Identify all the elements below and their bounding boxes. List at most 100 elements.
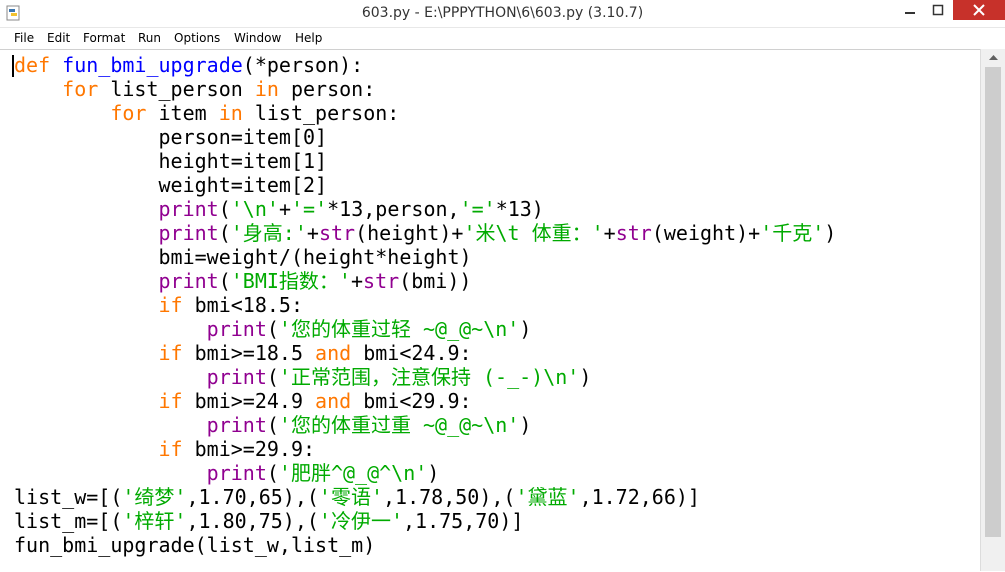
code-token: (: [218, 197, 231, 221]
menu-format[interactable]: Format: [83, 28, 125, 48]
code-line-1: def fun_bmi_upgrade(*person):: [14, 53, 363, 77]
code-token: list_person: [98, 77, 255, 101]
code-line-7: print('\n'+'='*13,person,'='*13): [14, 197, 544, 221]
builtin-str: str: [615, 221, 652, 245]
code-line-18: print('肥胖^@_@^\n'): [14, 461, 440, 485]
string-literal: '冷伊一': [318, 509, 404, 533]
keyword-in: in: [254, 77, 279, 101]
code-line-15: if bmi>=24.9 and bmi<29.9:: [14, 389, 472, 413]
code-token: *13): [495, 197, 544, 221]
code-line-12: print('您的体重过轻 ~@_@~\n'): [14, 317, 532, 341]
keyword-in: in: [218, 101, 243, 125]
code-token: ,1.78,50),(: [383, 485, 516, 509]
builtin-str: str: [318, 221, 356, 245]
minimize-button[interactable]: [896, 0, 924, 20]
code-line-10: print('BMI指数：'+str(bmi)): [14, 269, 472, 293]
code-token: *13,person,: [327, 197, 460, 221]
minimize-icon: [905, 12, 915, 14]
code-token: person:: [278, 77, 376, 101]
code-token: bmi<29.9:: [351, 389, 472, 413]
menu-options[interactable]: Options: [174, 28, 220, 48]
code-token: (bmi)): [399, 269, 472, 293]
string-literal: '=': [290, 197, 328, 221]
menu-bar: File Edit Format Run Options Window Help: [0, 28, 1005, 48]
keyword-for: for: [110, 101, 147, 125]
code-token: ,1.72,66)]: [579, 485, 700, 509]
code-line-17: if bmi>=29.9:: [14, 437, 316, 461]
keyword-and: and: [315, 389, 352, 413]
code-token: +: [350, 269, 364, 293]
code-token: (*person):: [242, 53, 364, 77]
builtin-print: print: [206, 413, 267, 437]
builtin-print: print: [206, 317, 267, 341]
function-name: fun_bmi_upgrade: [62, 53, 243, 77]
builtin-str: str: [363, 269, 400, 293]
keyword-and: and: [315, 341, 352, 365]
string-literal: '零语': [318, 485, 384, 509]
close-button[interactable]: [953, 0, 1005, 20]
scroll-up-icon[interactable]: [981, 49, 1005, 66]
code-token: (height)+: [355, 221, 464, 245]
code-token: bmi<18.5:: [182, 293, 304, 317]
builtin-print: print: [158, 269, 219, 293]
code-line-14: print('正常范围，注意保持 (-_-)\n'): [14, 365, 592, 389]
maximize-button[interactable]: [924, 0, 952, 20]
code-line-16: print('您的体重过重 ~@_@~\n'): [14, 413, 532, 437]
code-token: (: [266, 317, 279, 341]
window-title: 603.py - E:\PPPYTHON\6\603.py (3.10.7): [361, 5, 644, 21]
keyword-def: def: [14, 53, 51, 77]
code-token: (: [266, 461, 279, 485]
string-literal: '米\t 体重：': [463, 221, 604, 245]
code-line-5: height=item[1]: [14, 149, 328, 173]
menu-edit[interactable]: Edit: [47, 28, 70, 48]
menu-window[interactable]: Window: [234, 28, 281, 48]
string-literal: '您的体重过轻 ~@_@~\n': [278, 317, 520, 341]
builtin-print: print: [206, 365, 267, 389]
code-token: ): [519, 317, 532, 341]
code-token: ,1.75,70)]: [403, 509, 524, 533]
code-token: ): [519, 413, 532, 437]
vertical-scrollbar[interactable]: [980, 49, 1005, 571]
code-line-19: list_w=[('绮梦',1.70,65),('零语',1.78,50),('…: [14, 485, 700, 509]
code-token: ): [427, 461, 440, 485]
code-token: +: [306, 221, 319, 245]
keyword-if: if: [158, 341, 183, 365]
code-token: bmi>=24.9: [182, 389, 316, 413]
string-literal: '绮梦': [122, 485, 187, 509]
code-token: (: [266, 365, 279, 389]
code-token: (: [218, 221, 231, 245]
keyword-if: if: [158, 437, 183, 461]
title-bar[interactable]: 603.py - E:\PPPYTHON\6\603.py (3.10.7): [0, 0, 1005, 28]
code-token: list_w=[(: [14, 485, 123, 509]
menu-run[interactable]: Run: [138, 28, 161, 48]
code-token: list_m=[(: [14, 509, 123, 533]
code-text[interactable]: def fun_bmi_upgrade(*person): for list_p…: [14, 53, 836, 557]
scrollbar-thumb[interactable]: [985, 67, 1001, 537]
code-line-3: for item in list_person:: [14, 101, 399, 125]
code-token: bmi>=18.5: [182, 341, 316, 365]
code-token: +: [278, 197, 291, 221]
maximize-icon: [932, 4, 944, 16]
code-editor[interactable]: def fun_bmi_upgrade(*person): for list_p…: [0, 49, 980, 572]
builtin-print: print: [158, 197, 219, 221]
code-line-6: weight=item[2]: [14, 173, 328, 197]
menu-file[interactable]: File: [14, 28, 34, 48]
code-token: (: [218, 269, 231, 293]
code-line-4: person=item[0]: [14, 125, 328, 149]
string-literal: '肥胖^@_@^\n': [278, 461, 428, 485]
code-token: bmi<24.9:: [351, 341, 472, 365]
code-token: list_person:: [242, 101, 400, 125]
idle-editor-window: 603.py - E:\PPPYTHON\6\603.py (3.10.7) F…: [0, 0, 1005, 572]
builtin-print: print: [158, 221, 219, 245]
menu-help[interactable]: Help: [295, 28, 322, 48]
